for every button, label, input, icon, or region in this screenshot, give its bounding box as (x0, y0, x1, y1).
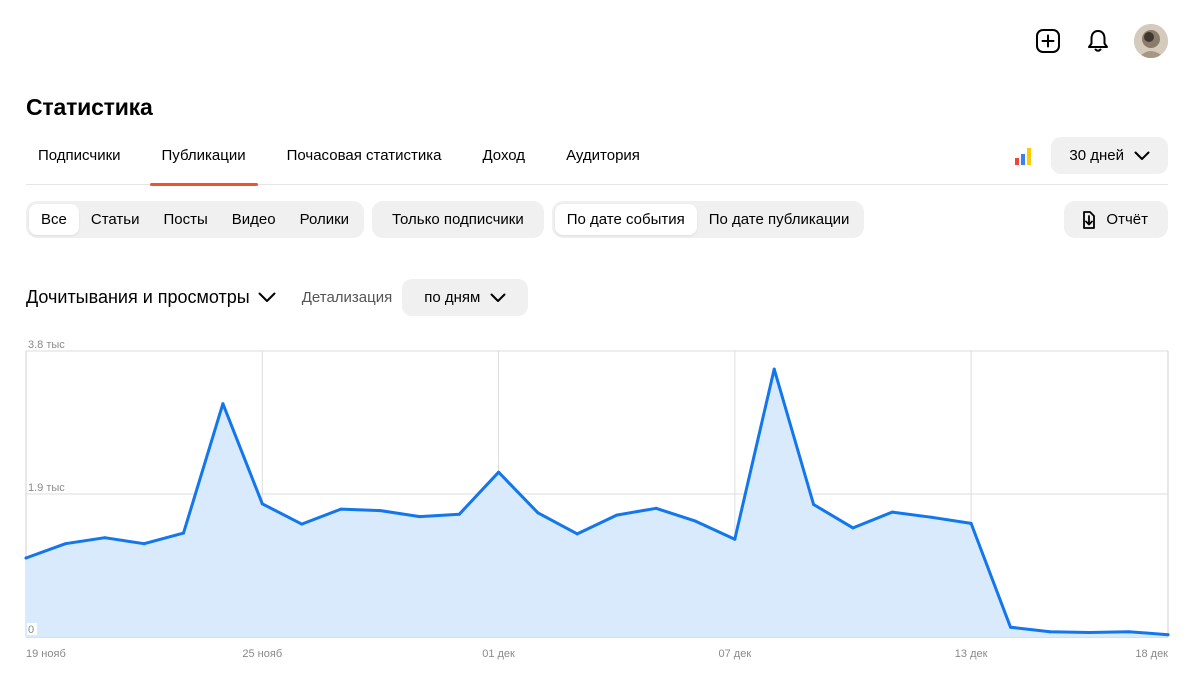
views-chart: 0 1.9 тыс 3.8 тыс 19 нояб 25 нояб 01 дек 07 де… (24, 338, 1170, 660)
date-mode-event[interactable]: По дате события (554, 204, 697, 235)
chevron-down-icon (490, 293, 506, 302)
data-point (969, 521, 973, 525)
data-point (693, 519, 697, 523)
data-point (1166, 633, 1170, 637)
x-tick-label: 13 дек (955, 648, 988, 660)
report-label: Отчёт (1106, 211, 1148, 228)
tab-hourly-stats[interactable]: Почасовая статистика (275, 136, 454, 185)
data-point (142, 542, 146, 546)
chevron-down-icon (258, 292, 276, 302)
subscribers-only-toggle[interactable]: Только подписчики (372, 201, 544, 238)
detail-label: Детализация (301, 289, 393, 306)
date-mode-switch: По дате события По дате публикации (551, 201, 865, 238)
filter-shorts[interactable]: Ролики (288, 204, 361, 235)
data-point (812, 503, 816, 506)
data-point (221, 402, 225, 406)
stats-tabs: Подписчики Публикации Почасовая статисти… (26, 136, 1168, 186)
filter-all[interactable]: Все (29, 204, 79, 235)
metric-dropdown[interactable]: Дочитывания и просмотры (26, 287, 276, 308)
tab-audience[interactable]: Аудитория (554, 136, 652, 185)
data-point (1048, 630, 1052, 634)
detail-dropdown[interactable]: по дням (402, 279, 529, 316)
chevron-down-icon (1134, 151, 1150, 160)
data-point (378, 509, 382, 513)
tab-income[interactable]: Доход (470, 136, 537, 185)
series-area (26, 369, 1168, 637)
avatar[interactable] (1134, 24, 1168, 58)
data-point (418, 515, 422, 519)
data-point (733, 537, 737, 541)
y-tick-label: 3.8 тыс (28, 339, 65, 351)
metric-row: Дочитывания и просмотры Детализация по д… (26, 279, 529, 316)
add-publication-icon[interactable] (1034, 27, 1062, 55)
content-type-filter: Все Статьи Посты Видео Ролики (26, 201, 365, 238)
data-point (615, 513, 619, 517)
data-point (1087, 631, 1091, 634)
x-tick-label: 01 дек (482, 648, 515, 660)
x-tick-label: 07 дек (719, 648, 752, 660)
page-title: Статистика (26, 94, 153, 120)
data-point (63, 542, 67, 546)
detail-value: по дням (424, 289, 481, 306)
filter-videos[interactable]: Видео (220, 204, 288, 235)
date-mode-publication[interactable]: По дате публикации (697, 204, 862, 235)
data-point (300, 522, 304, 526)
y-tick-label: 0 (28, 624, 34, 636)
x-tick-label: 18 дек (1135, 648, 1168, 660)
tab-publications[interactable]: Публикации (149, 136, 258, 186)
bar-chart-icon[interactable] (1015, 147, 1033, 165)
x-tick-label: 19 нояб (26, 648, 66, 660)
tab-subscribers[interactable]: Подписчики (26, 136, 133, 185)
bell-icon[interactable] (1084, 27, 1112, 55)
data-point (24, 556, 28, 560)
data-point (182, 531, 185, 535)
data-point (575, 532, 579, 536)
download-report-icon (1083, 210, 1096, 229)
tabs-right-controls: 30 дней (1015, 137, 1168, 174)
report-button[interactable]: Отчёт (1064, 201, 1168, 238)
data-point (772, 367, 776, 371)
data-point (1127, 630, 1131, 634)
top-toolbar (1034, 24, 1168, 58)
data-point (930, 515, 934, 519)
data-point (851, 526, 855, 530)
data-point (260, 502, 264, 506)
data-point (654, 506, 658, 510)
y-tick-label: 1.9 тыс (28, 482, 65, 494)
filter-posts[interactable]: Посты (151, 204, 219, 235)
data-point (497, 470, 501, 474)
data-point (1009, 625, 1012, 629)
data-point (536, 511, 540, 515)
filter-articles[interactable]: Статьи (79, 204, 152, 235)
period-dropdown[interactable]: 30 дней (1051, 137, 1168, 174)
data-point (339, 507, 343, 511)
data-point (890, 510, 894, 514)
metric-label: Дочитывания и просмотры (26, 287, 250, 307)
period-label: 30 дней (1069, 147, 1124, 164)
data-point (103, 536, 107, 540)
data-point (457, 512, 461, 516)
x-tick-label: 25 нояб (242, 648, 282, 660)
filters-row: Все Статьи Посты Видео Ролики Только под… (26, 201, 865, 238)
